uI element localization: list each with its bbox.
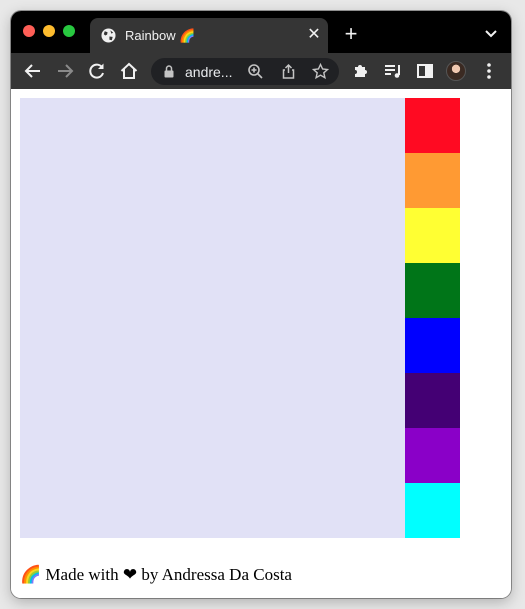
address-bar[interactable]: andre... (151, 58, 339, 85)
color-swatch-blue[interactable] (405, 318, 460, 373)
color-swatch-cyan[interactable] (405, 483, 460, 538)
chevron-down-icon[interactable] (483, 25, 499, 41)
extensions-puzzle-icon[interactable] (350, 60, 372, 82)
url-text[interactable]: andre... (185, 64, 232, 80)
zoom-icon[interactable] (247, 63, 264, 80)
color-swatch-violet[interactable] (405, 428, 460, 483)
globe-icon (101, 28, 116, 43)
color-swatch-red[interactable] (405, 98, 460, 153)
kebab-menu-icon[interactable] (478, 60, 500, 82)
close-window-button[interactable] (23, 25, 35, 37)
page-content: 🌈 Made with ❤ by Andressa Da Costa (11, 89, 511, 598)
color-swatch-yellow[interactable] (405, 208, 460, 263)
tab-close-icon[interactable]: ✕ (304, 25, 324, 45)
side-panel-icon[interactable] (414, 60, 436, 82)
reload-icon[interactable] (86, 60, 108, 82)
media-controls-icon[interactable] (382, 60, 404, 82)
drawing-canvas[interactable] (20, 98, 405, 538)
home-icon[interactable] (118, 60, 140, 82)
back-arrow-icon[interactable] (22, 60, 44, 82)
footer-credit: 🌈 Made with ❤ by Andressa Da Costa (20, 565, 292, 584)
color-swatch-indigo[interactable] (405, 373, 460, 428)
profile-avatar[interactable] (446, 61, 466, 81)
color-swatch-orange[interactable] (405, 153, 460, 208)
color-palette (405, 98, 460, 538)
tab-title: Rainbow 🌈 (125, 28, 196, 43)
tab-strip: Rainbow 🌈 ✕ + (11, 11, 511, 53)
tab-rainbow[interactable]: Rainbow 🌈 ✕ (90, 18, 328, 53)
zoom-window-button[interactable] (63, 25, 75, 37)
new-tab-icon[interactable]: + (340, 23, 362, 46)
share-icon[interactable] (280, 63, 297, 80)
color-swatch-green[interactable] (405, 263, 460, 318)
browser-toolbar: andre... (11, 53, 511, 89)
bookmark-star-icon[interactable] (312, 63, 329, 80)
lock-icon[interactable] (164, 65, 174, 78)
minimize-window-button[interactable] (43, 25, 55, 37)
browser-window: Rainbow 🌈 ✕ + andre... 🌈 Made with ❤ by … (11, 11, 511, 598)
forward-arrow-icon[interactable] (54, 60, 76, 82)
